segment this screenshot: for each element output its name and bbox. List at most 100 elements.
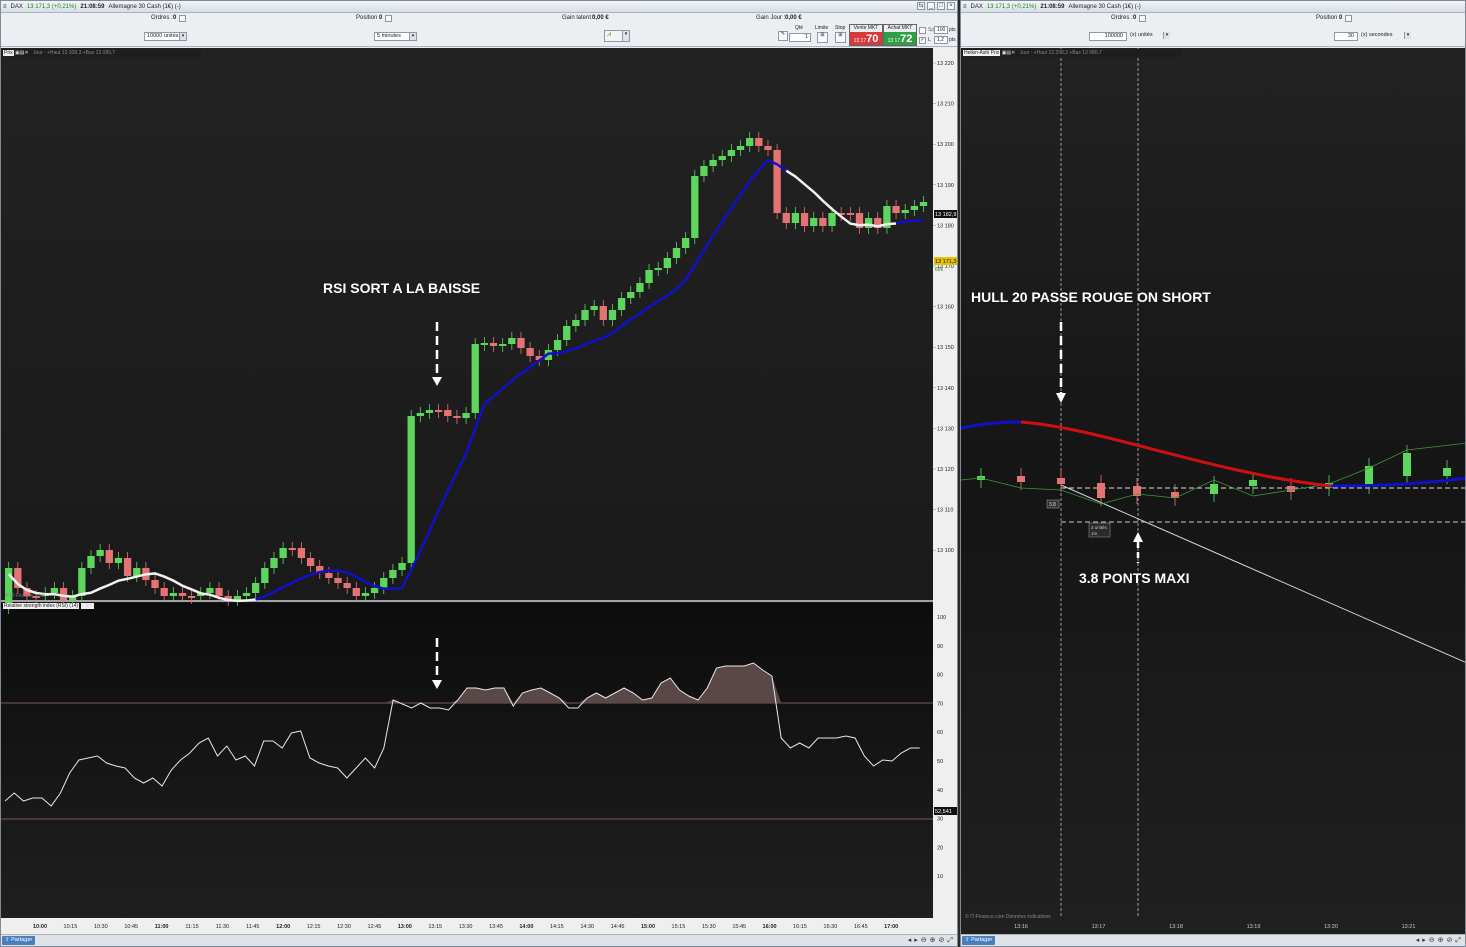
rsi-tick-label: 70 [937, 701, 943, 707]
candle-body [334, 578, 342, 583]
order-ticket-icon[interactable]: ✎ [778, 31, 788, 41]
rsi-tick-label: 60 [937, 730, 943, 736]
share-button[interactable]: ⇪ Partager [2, 936, 35, 945]
minimize-icon[interactable]: _ [927, 2, 935, 10]
ha-candle-body [1249, 480, 1257, 486]
ha-candle-body [1287, 486, 1295, 492]
candle-body [773, 150, 781, 213]
latent-gain-value: 0,00 € [592, 15, 609, 21]
link-icon[interactable]: ⇆ [917, 2, 925, 10]
qty-input[interactable]: 1 [789, 33, 811, 42]
seconds-type-value: (x) secondes [1361, 32, 1393, 38]
time-tick-label: 12:45 [368, 924, 382, 930]
units-select[interactable]: 10000 unités ▾ [144, 32, 187, 41]
zoom-in-icon[interactable]: ⊕ [1438, 937, 1444, 944]
price-tick-label: 13 100 [937, 548, 954, 554]
close-icon[interactable]: × [947, 2, 955, 10]
orders-list-icon[interactable] [1139, 15, 1146, 22]
seconds-type-select[interactable]: (x) secondes ▾ [1359, 32, 1411, 41]
candle-body [416, 413, 425, 416]
sp-input-1[interactable]: 100 [934, 26, 948, 34]
expand-icon[interactable]: ⤢ [947, 937, 953, 944]
rsi-tick-label: 30 [937, 817, 943, 823]
candle-body [471, 344, 479, 413]
scroll-left-icon[interactable]: ◂ [908, 937, 912, 944]
chevron-down-icon[interactable]: ▾ [179, 33, 186, 40]
rsi-tick-label: 20 [937, 845, 943, 851]
chart-window-5min: ≡ DAX 13 171,3 (+0,21%) 21:08:59 Allemag… [0, 0, 958, 947]
time-tick-label: 13:30 [459, 924, 473, 930]
zoom-fit-icon[interactable]: ⊘ [1447, 937, 1453, 944]
window-titlebar[interactable]: ≡ DAX 13 171,3 (+0,21%) 21:08:59 Allemag… [1, 1, 957, 13]
candle-body [169, 593, 177, 596]
chart-type-select[interactable]: ⩘ ▾ [604, 30, 630, 42]
price-annotation: RSI SORT A LA BAISSE [323, 280, 480, 296]
bid-pct-tag: 60s [935, 267, 944, 273]
sp-input-2[interactable]: 1,2 [934, 36, 948, 44]
sell-market-button[interactable]: Vente MKT 13 1770 [849, 24, 883, 46]
sp-checkbox[interactable] [919, 27, 926, 34]
left-chart-area[interactable]: 13 22013 21013 20013 19013 18013 17013 1… [1, 48, 958, 936]
zoom-in-icon[interactable]: ⊕ [930, 937, 936, 944]
window-menu-icon[interactable]: ≡ [3, 4, 7, 10]
scroll-right-icon[interactable]: ▸ [1422, 937, 1426, 944]
buy-market-button[interactable]: Achat MKT 13 1772 [883, 24, 917, 46]
time-tick-label: 16:00 [763, 924, 777, 930]
candle-body [746, 138, 754, 146]
price-tick-label: 13 180 [937, 223, 954, 229]
time-tick-label: 11:45 [246, 924, 259, 930]
limit-order-button[interactable]: ⊞ [817, 32, 828, 43]
maximize-icon[interactable]: □ [937, 2, 945, 10]
chevron-down-icon[interactable]: ▾ [409, 33, 416, 40]
candle-body [343, 583, 351, 588]
window-titlebar[interactable]: ≡ DAX 13 171,3 (+0,21%) 21:08:59 Allemag… [961, 1, 1465, 13]
time-tick-label: 11:30 [216, 924, 229, 930]
chevron-down-icon[interactable]: ▾ [622, 31, 629, 41]
chevron-down-icon[interactable]: ▾ [1163, 32, 1170, 39]
candle-body [270, 558, 278, 568]
header-controls-icons[interactable]: ▣▤✕ [1002, 50, 1016, 56]
seconds-input[interactable]: 30 [1334, 32, 1358, 41]
expand-icon[interactable]: ⤢ [1455, 937, 1461, 944]
candle-body [361, 593, 370, 596]
candle-body [151, 580, 159, 588]
scroll-right-icon[interactable]: ▸ [914, 937, 918, 944]
rsi-tick-label: 100 [937, 615, 946, 621]
time-tick-label: 13:21 [1402, 924, 1416, 930]
position-list-icon[interactable] [385, 15, 392, 22]
time-tick-label: 15:15 [672, 924, 686, 930]
candle-body [59, 588, 68, 600]
zoom-out-icon[interactable]: ⊖ [1429, 937, 1435, 944]
time-tick-label: 12:30 [337, 924, 351, 930]
candle-body [892, 206, 900, 213]
points-annotation: 3.8 PONTS MAXI [1079, 570, 1189, 586]
buy-price: 72 [900, 33, 913, 45]
candle-body [78, 568, 86, 596]
units-type-select[interactable]: (x) unités ▾ [1128, 32, 1170, 41]
scroll-left-icon[interactable]: ◂ [1416, 937, 1420, 944]
position-list-icon[interactable] [1345, 15, 1352, 22]
rsi-header-controls-icons[interactable]: ✎▣✕ [80, 603, 94, 609]
zoom-out-icon[interactable]: ⊖ [921, 937, 927, 944]
price-chart-tag[interactable]: Prix [3, 50, 14, 56]
time-tick-label: 12:15 [307, 924, 321, 930]
zoom-fit-icon[interactable]: ⊘ [939, 937, 945, 944]
stop-order-button[interactable]: ⊞ [835, 32, 846, 43]
l-checkbox[interactable]: ✓ [919, 37, 926, 44]
timeframe-select[interactable]: 5 minutes ▾ [374, 32, 417, 41]
share-button[interactable]: ⇪ Partager [962, 936, 995, 945]
candle-body [389, 570, 397, 578]
rsi-chart-tag[interactable]: Relative strength index (RSI) (14) [3, 603, 80, 609]
window-menu-icon[interactable]: ≡ [963, 4, 967, 10]
status-bar: ⇪ Partager ◂ ▸ ⊖ ⊕ ⊘ ⤢ [1, 934, 957, 946]
chevron-down-icon[interactable]: ▾ [1404, 32, 1411, 39]
window-instrument: DAX [970, 3, 983, 10]
right-chart-area[interactable]: 13:16 13:17 13:18 13:19 13:20 13:21 3.8 2 uni… [961, 48, 1466, 936]
time-tick-label: 13:17 [1092, 924, 1106, 930]
header-controls-icons[interactable]: ▣▤✕ [15, 50, 29, 56]
latent-gain-label: Gain latent : [562, 15, 595, 21]
orders-list-icon[interactable] [179, 15, 186, 22]
units-type-value: (x) unités [1130, 32, 1153, 38]
units-input[interactable]: 100000 [1089, 32, 1127, 41]
ha-chart-tag[interactable]: Heikin-Ashi Prix [963, 50, 1001, 56]
